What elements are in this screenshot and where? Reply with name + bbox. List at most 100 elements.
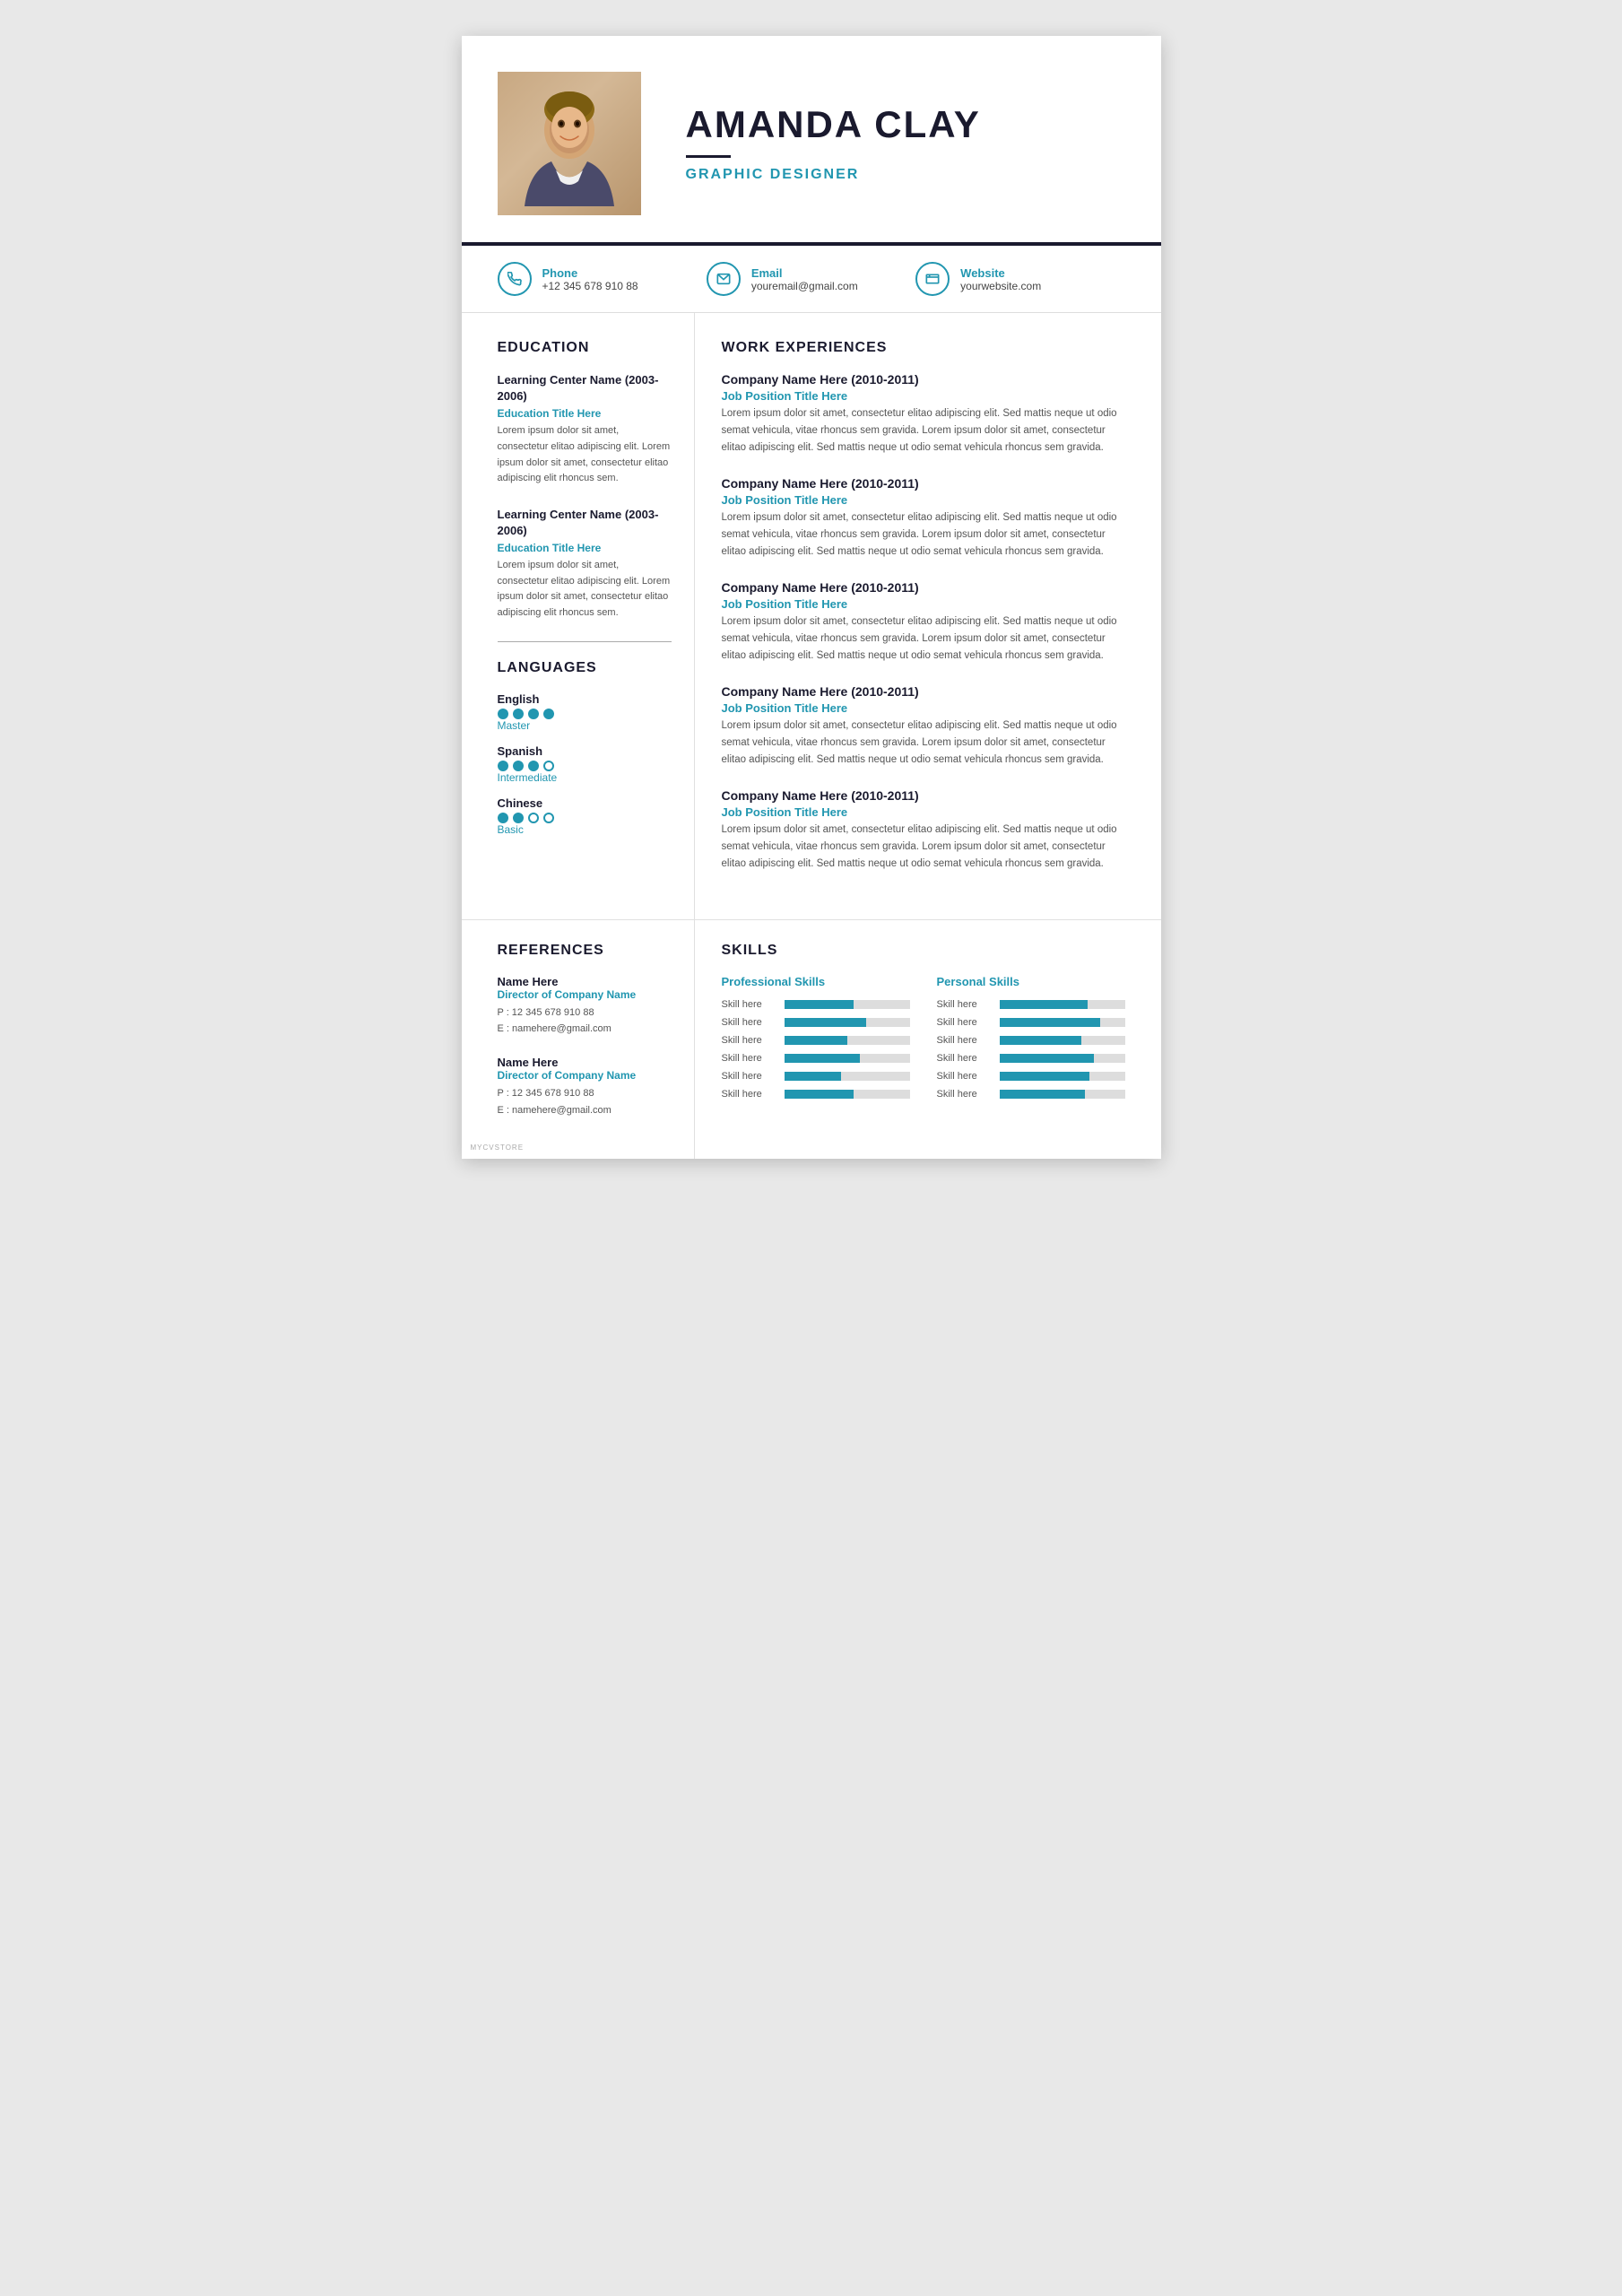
pro-skill-4: Skill here bbox=[722, 1071, 910, 1082]
skill-bar-fill bbox=[1000, 1036, 1081, 1045]
skill-label: Skill here bbox=[937, 1089, 991, 1100]
contact-email: Email youremail@gmail.com bbox=[707, 262, 915, 296]
education-section: EDUCATION Learning Center Name (2003-200… bbox=[498, 340, 672, 622]
work-desc: Lorem ipsum dolor sit amet, consectetur … bbox=[722, 509, 1125, 561]
pro-skill-1: Skill here bbox=[722, 1017, 910, 1028]
personal-skills-title: Personal Skills bbox=[937, 975, 1125, 988]
pers-skill-4: Skill here bbox=[937, 1071, 1125, 1082]
header-divider bbox=[686, 155, 731, 158]
skill-label: Skill here bbox=[937, 999, 991, 1010]
language-entry-1: Spanish Intermediate bbox=[498, 744, 672, 784]
edu-lang-divider bbox=[498, 641, 672, 642]
profile-photo bbox=[498, 72, 641, 215]
lang-dots bbox=[498, 813, 672, 823]
ref-name: Name Here bbox=[498, 1056, 672, 1069]
skill-bar-bg bbox=[1000, 1000, 1125, 1009]
work-entry-4: Company Name Here (2010-2011) Job Positi… bbox=[722, 788, 1125, 873]
contact-website: Website yourwebsite.com bbox=[915, 262, 1124, 296]
edu-desc: Lorem ipsum dolor sit amet, consectetur … bbox=[498, 558, 672, 621]
skill-bar-bg bbox=[1000, 1036, 1125, 1045]
education-entry-1: Learning Center Name (2003-2006) Educati… bbox=[498, 507, 672, 622]
work-desc: Lorem ipsum dolor sit amet, consectetur … bbox=[722, 613, 1125, 665]
lang-name: Chinese bbox=[498, 796, 672, 810]
skill-label: Skill here bbox=[722, 999, 776, 1010]
header-section: AMANDA CLAY GRAPHIC DESIGNER bbox=[462, 36, 1161, 246]
lang-dot bbox=[528, 709, 539, 719]
education-entries: Learning Center Name (2003-2006) Educati… bbox=[498, 372, 672, 622]
ref-title: Director of Company Name bbox=[498, 988, 672, 1001]
pers-skill-5: Skill here bbox=[937, 1089, 1125, 1100]
edu-degree: Education Title Here bbox=[498, 407, 672, 420]
left-column: EDUCATION Learning Center Name (2003-200… bbox=[462, 313, 695, 919]
pers-skill-3: Skill here bbox=[937, 1053, 1125, 1064]
skill-bar-fill bbox=[785, 1018, 866, 1027]
pro-skill-0: Skill here bbox=[722, 999, 910, 1010]
work-entries: Company Name Here (2010-2011) Job Positi… bbox=[722, 372, 1125, 873]
skill-bar-bg bbox=[785, 1018, 910, 1027]
personal-skills-col: Personal Skills Skill here Skill here Sk… bbox=[937, 975, 1125, 1107]
lang-dot bbox=[528, 813, 539, 823]
languages-section: LANGUAGES English Master Spanish Interme… bbox=[498, 660, 672, 836]
watermark: MYCVSTORE bbox=[471, 1144, 525, 1152]
skill-bar-fill bbox=[785, 1072, 841, 1081]
ref-contact: P : 12 345 678 910 88E : namehere@gmail.… bbox=[498, 1085, 672, 1118]
reference-entry-0: Name Here Director of Company Name P : 1… bbox=[498, 975, 672, 1038]
reference-entries: Name Here Director of Company Name P : 1… bbox=[498, 975, 672, 1119]
work-position: Job Position Title Here bbox=[722, 493, 1125, 507]
skill-bar-fill bbox=[785, 1000, 854, 1009]
skill-label: Skill here bbox=[937, 1035, 991, 1046]
skill-bar-fill bbox=[1000, 1018, 1100, 1027]
professional-skills-list: Skill here Skill here Skill here Skill h… bbox=[722, 999, 910, 1100]
skill-bar-fill bbox=[785, 1090, 854, 1099]
skill-label: Skill here bbox=[722, 1017, 776, 1028]
header-info: AMANDA CLAY GRAPHIC DESIGNER bbox=[668, 104, 1125, 182]
work-desc: Lorem ipsum dolor sit amet, consectetur … bbox=[722, 822, 1125, 873]
lang-name: English bbox=[498, 692, 672, 706]
lang-name: Spanish bbox=[498, 744, 672, 758]
work-position: Job Position Title Here bbox=[722, 389, 1125, 403]
skill-bar-bg bbox=[1000, 1072, 1125, 1081]
lang-dot bbox=[528, 761, 539, 771]
skill-bar-fill bbox=[1000, 1072, 1090, 1081]
work-company: Company Name Here (2010-2011) bbox=[722, 684, 1125, 699]
edu-degree: Education Title Here bbox=[498, 542, 672, 554]
language-entries: English Master Spanish Intermediate Chin… bbox=[498, 692, 672, 836]
work-desc: Lorem ipsum dolor sit amet, consectetur … bbox=[722, 405, 1125, 457]
lang-dot bbox=[513, 761, 524, 771]
ref-name: Name Here bbox=[498, 975, 672, 988]
work-company: Company Name Here (2010-2011) bbox=[722, 788, 1125, 803]
lang-dot bbox=[543, 813, 554, 823]
language-entry-0: English Master bbox=[498, 692, 672, 732]
contact-bar: Phone +12 345 678 910 88 Email youremail… bbox=[462, 246, 1161, 313]
skill-label: Skill here bbox=[722, 1035, 776, 1046]
phone-icon bbox=[498, 262, 532, 296]
skill-bar-bg bbox=[785, 1072, 910, 1081]
skill-bar-bg bbox=[1000, 1054, 1125, 1063]
work-company: Company Name Here (2010-2011) bbox=[722, 476, 1125, 491]
skill-label: Skill here bbox=[722, 1053, 776, 1064]
skill-label: Skill here bbox=[937, 1053, 991, 1064]
reference-entry-1: Name Here Director of Company Name P : 1… bbox=[498, 1056, 672, 1118]
main-content: EDUCATION Learning Center Name (2003-200… bbox=[462, 313, 1161, 919]
references-title: REFERENCES bbox=[498, 943, 672, 959]
pro-skill-3: Skill here bbox=[722, 1053, 910, 1064]
lang-dot bbox=[498, 813, 508, 823]
skill-bar-bg bbox=[785, 1090, 910, 1099]
lang-dots bbox=[498, 709, 672, 719]
lang-dot bbox=[498, 761, 508, 771]
contact-phone-text: Phone +12 345 678 910 88 bbox=[542, 266, 638, 292]
skill-bar-bg bbox=[785, 1054, 910, 1063]
work-company: Company Name Here (2010-2011) bbox=[722, 372, 1125, 387]
work-position: Job Position Title Here bbox=[722, 701, 1125, 715]
skill-bar-bg bbox=[785, 1000, 910, 1009]
skill-label: Skill here bbox=[722, 1071, 776, 1082]
skill-bar-fill bbox=[1000, 1090, 1085, 1099]
edu-desc: Lorem ipsum dolor sit amet, consectetur … bbox=[498, 423, 672, 486]
references-section: REFERENCES Name Here Director of Company… bbox=[462, 920, 695, 1160]
skills-section: SKILLS Professional Skills Skill here Sk… bbox=[695, 920, 1161, 1160]
skills-title: SKILLS bbox=[722, 943, 1125, 959]
right-column: WORK EXPERIENCES Company Name Here (2010… bbox=[695, 313, 1161, 919]
language-entry-2: Chinese Basic bbox=[498, 796, 672, 836]
work-section: WORK EXPERIENCES Company Name Here (2010… bbox=[722, 340, 1125, 873]
pro-skill-5: Skill here bbox=[722, 1089, 910, 1100]
